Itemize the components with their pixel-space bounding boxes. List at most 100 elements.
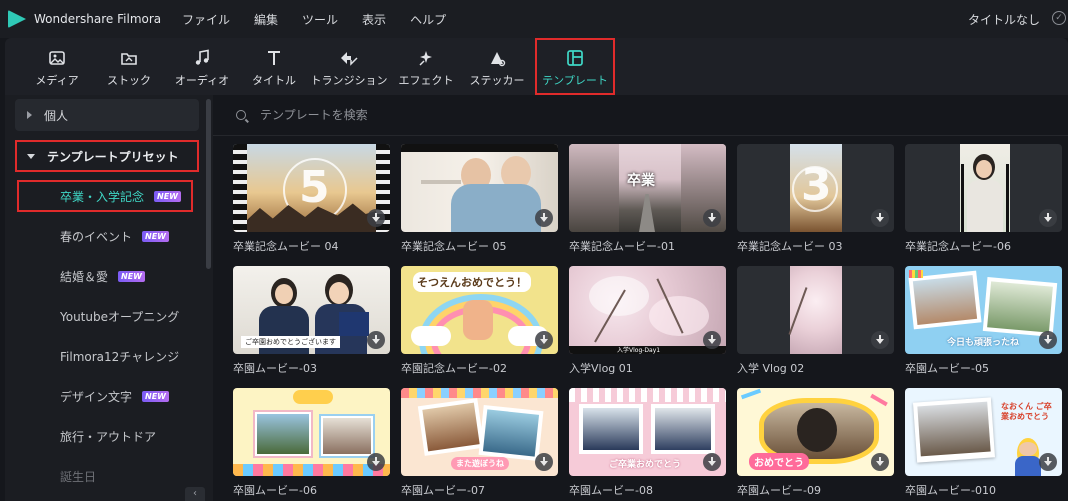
template-card[interactable]: 卒業記念ムービー-06 <box>905 144 1062 254</box>
download-icon[interactable] <box>703 453 721 471</box>
sidebar-item-personal[interactable]: 個人 <box>15 99 199 131</box>
tab-stock-label: ストック <box>107 74 151 87</box>
title-overlay: 入学Vlog-Day1 <box>617 347 661 354</box>
new-badge: NEW <box>154 190 181 202</box>
template-caption: 卒業記念ムービー 05 <box>401 240 507 253</box>
template-thumbnail: 入学Vlog-Day1 <box>569 266 726 354</box>
menu-file[interactable]: ファイル <box>182 11 230 28</box>
effect-icon <box>417 47 435 69</box>
template-card[interactable]: 卒園ムービー-06 <box>233 388 390 498</box>
download-icon[interactable] <box>871 453 889 471</box>
template-caption: 卒業記念ムービー 03 <box>737 240 843 253</box>
template-thumbnail <box>905 144 1062 232</box>
sticker-icon <box>488 47 506 69</box>
template-card[interactable]: ご卒園おめでとうございます 卒園ムービー-03 <box>233 266 390 376</box>
download-icon[interactable] <box>703 331 721 349</box>
sidebar-item-spring-events[interactable]: 春のイベント NEW <box>17 220 193 252</box>
template-card[interactable]: そつえんおめでとう！ 卒園記念ムービー-02 <box>401 266 558 376</box>
new-badge: NEW <box>142 390 169 402</box>
tab-transition-label: トランジション <box>310 74 388 87</box>
check-circle-icon[interactable]: ✓ <box>1052 11 1066 25</box>
tab-template[interactable]: テンプレート <box>535 38 615 95</box>
search-input[interactable] <box>260 108 760 122</box>
tab-sticker[interactable]: ステッカー <box>463 38 531 95</box>
tab-title[interactable]: タイトル <box>239 38 309 95</box>
sidebar-item-wedding-love[interactable]: 結婚＆愛 NEW <box>17 260 193 292</box>
template-search-bar <box>213 95 1068 135</box>
template-icon <box>566 47 584 69</box>
sidebar-item-template-presets[interactable]: テンプレートプリセット <box>15 140 199 172</box>
sidebar-item-design-text[interactable]: デザイン文字 NEW <box>17 380 193 412</box>
countdown-number: 5 <box>299 162 330 213</box>
countdown-number: 3 <box>801 160 832 211</box>
template-caption: 卒園ムービー-010 <box>905 484 996 497</box>
sidebar-item-travel-outdoor[interactable]: 旅行・アウトドア <box>17 420 193 452</box>
filmora-logo-icon <box>8 10 26 28</box>
menu-edit[interactable]: 編集 <box>254 11 278 28</box>
audio-icon <box>193 47 211 69</box>
menu-view[interactable]: 表示 <box>362 11 386 28</box>
chevron-down-icon <box>27 153 35 159</box>
divider <box>213 135 1068 136</box>
download-icon[interactable] <box>535 209 553 227</box>
template-card[interactable]: 卒業 卒業記念ムービー-01 <box>569 144 726 254</box>
template-card[interactable]: 卒業記念ムービー 05 <box>401 144 558 254</box>
sidebar-item-youtube-opening[interactable]: Youtubeオープニング <box>17 300 193 332</box>
template-caption: 入学Vlog 01 <box>569 362 633 375</box>
template-caption: 卒園ムービー-03 <box>233 362 317 375</box>
tab-transition[interactable]: トランジション <box>309 38 389 95</box>
tab-effect[interactable]: エフェクト <box>389 38 463 95</box>
sidebar-item-label: 卒業・入学記念 <box>60 189 145 204</box>
title-overlay: ご卒園おめでとうございます <box>241 336 340 348</box>
template-caption: 卒業記念ムービー-01 <box>569 240 675 253</box>
download-icon[interactable] <box>367 453 385 471</box>
template-card[interactable]: 入学 Vlog 02 <box>737 266 894 376</box>
sidebar-item-filmora12-challenge[interactable]: Filmora12チャレンジ <box>17 340 193 372</box>
download-icon[interactable] <box>871 209 889 227</box>
menu-tools[interactable]: ツール <box>302 11 338 28</box>
tab-media[interactable]: メディア <box>21 38 93 95</box>
menu-help[interactable]: ヘルプ <box>410 11 446 28</box>
download-icon[interactable] <box>1039 453 1057 471</box>
sidebar-item-label: デザイン文字 <box>60 389 133 404</box>
tab-audio[interactable]: オーディオ <box>165 38 239 95</box>
template-thumbnail <box>233 388 390 476</box>
download-icon[interactable] <box>535 453 553 471</box>
download-icon[interactable] <box>1039 331 1057 349</box>
download-icon[interactable] <box>367 209 385 227</box>
sidebar-item-label: Filmora12チャレンジ <box>60 349 180 364</box>
template-card[interactable]: また遊ぼうね 卒園ムービー-07 <box>401 388 558 498</box>
template-thumbnail: 3 <box>737 144 894 232</box>
download-icon[interactable] <box>703 209 721 227</box>
download-icon[interactable] <box>871 331 889 349</box>
download-icon[interactable] <box>367 331 385 349</box>
template-card[interactable]: 今日も頑張ったね 卒園ムービー-05 <box>905 266 1062 376</box>
template-thumbnail: 5 <box>233 144 390 232</box>
template-card[interactable]: 3 卒業記念ムービー 03 <box>737 144 894 254</box>
tab-audio-label: オーディオ <box>174 74 230 87</box>
template-caption: 卒園ムービー-05 <box>905 362 989 375</box>
template-card[interactable]: ご卒業おめでとう 卒園ムービー-08 <box>569 388 726 498</box>
collapse-sidebar-button[interactable]: ‹ <box>185 487 205 501</box>
template-card[interactable]: 入学Vlog-Day1 入学Vlog 01 <box>569 266 726 376</box>
template-card[interactable]: 5 卒業記念ムービー 04 <box>233 144 390 254</box>
sidebar-item-label: 結婚＆愛 <box>60 269 109 284</box>
sidebar-item-birthday[interactable]: 誕生日 <box>17 460 193 492</box>
template-thumbnail: また遊ぼうね <box>401 388 558 476</box>
title-overlay: おめでとう <box>749 453 809 470</box>
template-caption: 卒園ムービー-09 <box>737 484 821 497</box>
template-card[interactable]: おめでとう 卒園ムービー-09 <box>737 388 894 498</box>
title-overlay: そつえんおめでとう！ <box>413 272 531 292</box>
new-badge: NEW <box>118 270 145 282</box>
download-icon[interactable] <box>1039 209 1057 227</box>
sidebar-scrollbar[interactable] <box>206 99 211 269</box>
template-caption: 卒業記念ムービー-06 <box>905 240 1011 253</box>
tab-sticker-label: ステッカー <box>469 74 525 87</box>
tab-stock[interactable]: ストック <box>93 38 165 95</box>
template-thumbnail: 今日も頑張ったね <box>905 266 1062 354</box>
download-icon[interactable] <box>535 331 553 349</box>
template-thumbnail <box>737 266 894 354</box>
template-card[interactable]: なおくん ご卒業おめでとう 卒園ムービー-010 <box>905 388 1062 498</box>
sidebar-item-graduation[interactable]: 卒業・入学記念 NEW <box>17 180 193 212</box>
app-name: Wondershare Filmora <box>34 12 162 26</box>
